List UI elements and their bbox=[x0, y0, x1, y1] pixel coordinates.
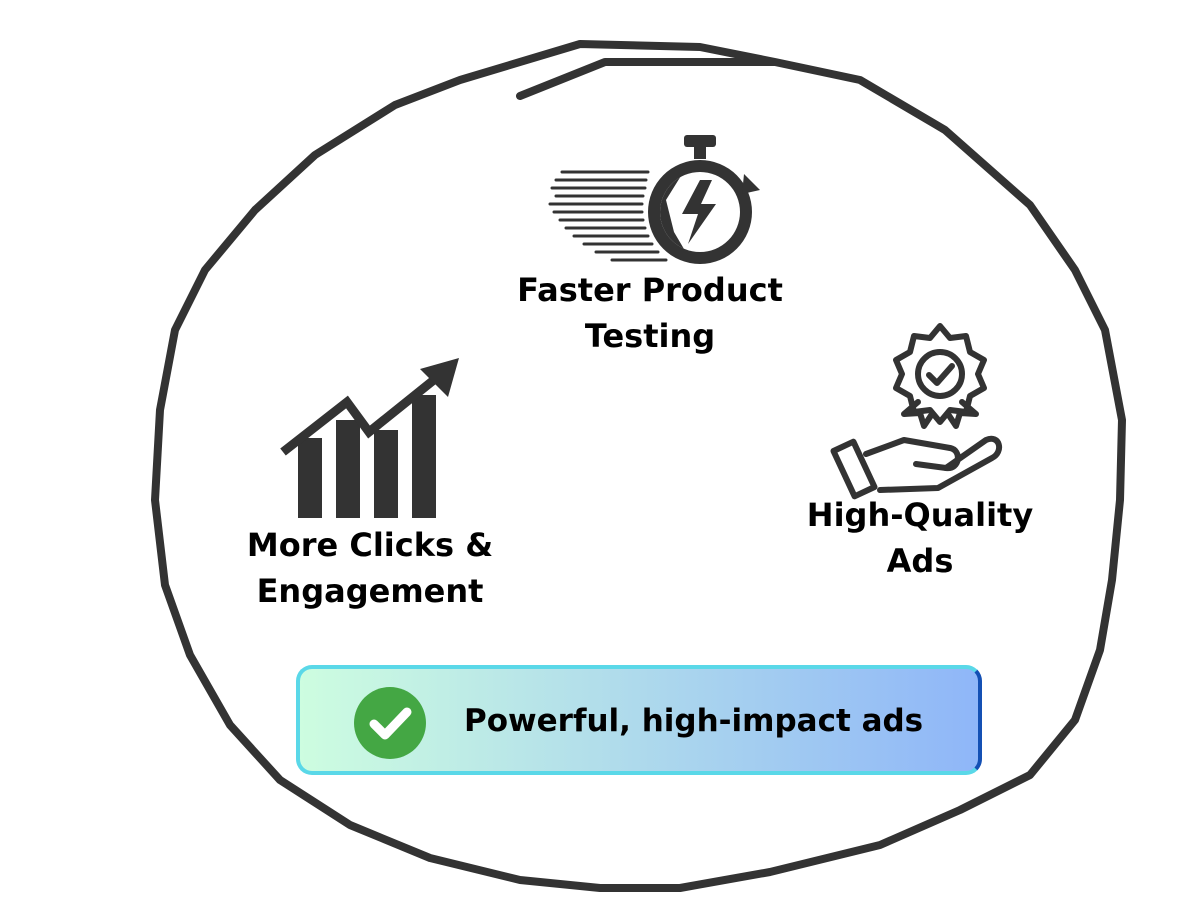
growth-chart-icon bbox=[280, 358, 459, 518]
benefit-banner: Powerful, high-impact ads bbox=[296, 665, 982, 775]
label-line: More Clicks & bbox=[246, 526, 494, 564]
label-faster-product-testing: Faster Product Testing bbox=[500, 267, 800, 359]
stopwatch-lightning-icon bbox=[548, 135, 760, 264]
label-line: Faster Product bbox=[517, 271, 783, 309]
check-circle-icon bbox=[354, 687, 426, 759]
label-line: High-Quality bbox=[806, 496, 1034, 534]
label-line: Engagement bbox=[256, 572, 484, 610]
banner-text: Powerful, high-impact ads bbox=[464, 703, 924, 739]
hand-award-icon bbox=[830, 323, 1003, 500]
label-line: Ads bbox=[886, 542, 954, 580]
label-more-clicks-engagement: More Clicks & Engagement bbox=[230, 522, 510, 614]
label-line: Testing bbox=[584, 317, 716, 355]
label-high-quality-ads: High-Quality Ads bbox=[790, 492, 1050, 584]
